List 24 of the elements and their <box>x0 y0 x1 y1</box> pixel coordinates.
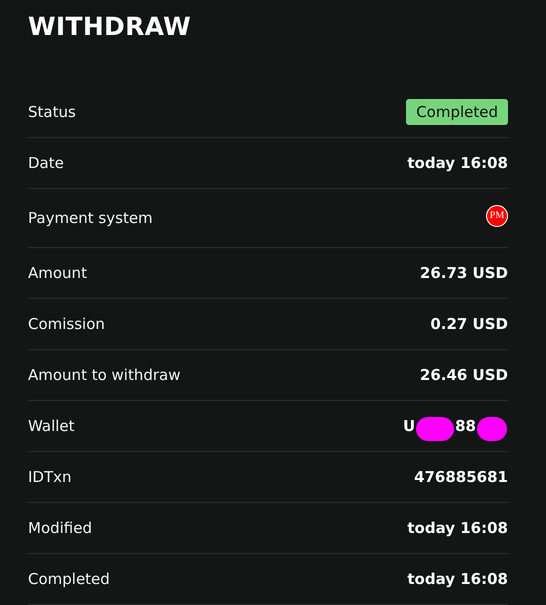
row-label: Payment system <box>28 209 153 227</box>
wallet-value: 88 <box>455 417 476 435</box>
row-label: Amount <box>28 264 87 282</box>
row-value: 26.73 USD <box>420 264 508 282</box>
row-value: today 16:08 <box>407 519 508 537</box>
row-value: 26.46 USD <box>420 366 508 384</box>
row-label: Comission <box>28 315 105 333</box>
row-label: Modified <box>28 519 92 537</box>
row-label: Completed <box>28 570 110 588</box>
row-label: Status <box>28 103 76 121</box>
row-value: 0.27 USD <box>430 315 508 333</box>
row-label: Date <box>28 154 64 172</box>
page-title: WITHDRAW <box>28 12 192 41</box>
row-value: 476885681 <box>414 468 508 486</box>
status-badge: Completed <box>406 99 508 125</box>
payment-logo: PM <box>486 204 508 226</box>
row-label: Wallet <box>28 417 75 435</box>
redaction-mark <box>477 417 507 441</box>
wallet-value: U <box>402 417 416 435</box>
redaction-mark <box>416 417 454 441</box>
row-label: Amount to withdraw <box>28 366 181 384</box>
row-value: today 16:08 <box>407 154 508 172</box>
row-value: today 16:08 <box>407 570 508 588</box>
row-label: IDTxn <box>28 468 72 486</box>
